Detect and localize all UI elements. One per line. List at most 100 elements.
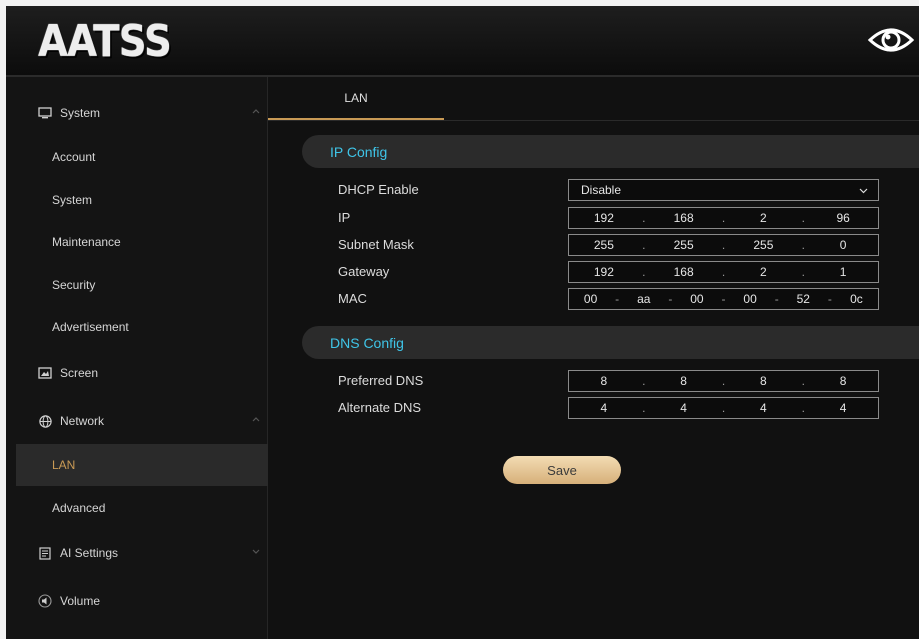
- ip-octet-1[interactable]: 192: [569, 211, 639, 225]
- mac-part-4: 00: [743, 292, 757, 306]
- subnet-octet-3[interactable]: 255: [729, 238, 799, 252]
- dot-separator: .: [642, 211, 646, 225]
- section-dns-config: DNS Config: [302, 326, 919, 359]
- dash-separator: -: [668, 292, 673, 306]
- ip-label: IP: [338, 210, 351, 225]
- preferred-dns-octet-1[interactable]: 8: [569, 374, 639, 388]
- tab-bar: LAN: [268, 77, 919, 121]
- sidebar-item-advanced[interactable]: Advanced: [16, 487, 293, 529]
- dhcp-value: Disable: [581, 183, 622, 197]
- brand-logo: AATSS: [38, 16, 172, 67]
- alternate-dns-octet-4[interactable]: 4: [808, 401, 878, 415]
- sidebar-item-label: Advertisement: [52, 320, 129, 334]
- top-header: AATSS: [6, 6, 919, 77]
- dot-separator: .: [721, 211, 726, 225]
- dot-separator: .: [801, 374, 805, 388]
- subnet-octet-1[interactable]: 255: [569, 238, 639, 252]
- preferred-dns-octet-3[interactable]: 8: [729, 374, 799, 388]
- dash-separator: -: [721, 292, 726, 306]
- screen-icon: [38, 366, 52, 380]
- dhcp-select[interactable]: Disable: [568, 179, 879, 201]
- sidebar-item-security[interactable]: Security: [16, 264, 293, 306]
- sidebar-group-volume[interactable]: Volume: [16, 580, 279, 622]
- mac-field[interactable]: 00 - aa - 00 - 00 - 52 - 0c: [568, 288, 879, 310]
- chevron-down-icon: [252, 549, 260, 554]
- dhcp-label: DHCP Enable: [338, 182, 419, 197]
- sidebar-item-maintenance[interactable]: Maintenance: [16, 221, 293, 263]
- subnet-octet-2[interactable]: 255: [649, 238, 719, 252]
- ip-octet-3[interactable]: 2: [729, 211, 799, 225]
- sidebar-item-label: Security: [52, 278, 96, 292]
- dash-separator: -: [615, 292, 620, 306]
- alternate-dns-octet-2[interactable]: 4: [649, 401, 719, 415]
- document-icon: [38, 546, 52, 560]
- mac-part-1: 00: [583, 292, 598, 306]
- sidebar-item-label: Advanced: [52, 501, 106, 515]
- section-ip-config: IP Config: [302, 135, 919, 168]
- dot-separator: .: [642, 374, 646, 388]
- sidebar-item-label: Account: [52, 150, 96, 164]
- dot-separator: .: [801, 211, 805, 225]
- ip-field[interactable]: 192. 168. 2. 96: [568, 207, 879, 229]
- chevron-up-icon: [252, 109, 260, 114]
- sidebar-item-label: LAN: [52, 458, 76, 472]
- monitor-icon: [38, 106, 52, 120]
- gateway-field[interactable]: 192. 168. 2. 1: [568, 261, 879, 283]
- sidebar-group-label: AI Settings: [60, 546, 119, 560]
- tab-lan[interactable]: LAN: [268, 77, 444, 120]
- dot-separator: .: [801, 401, 805, 415]
- chevron-down-icon: [859, 188, 868, 194]
- alternate-dns-octet-3[interactable]: 4: [729, 401, 799, 415]
- dot-separator: .: [721, 238, 726, 252]
- mac-part-3: 00: [690, 292, 704, 306]
- dot-separator: .: [721, 401, 726, 415]
- mac-part-5: 52: [796, 292, 810, 306]
- mac-label: MAC: [338, 291, 367, 306]
- dot-separator: .: [642, 238, 646, 252]
- main-content: LAN IP Config DHCP Enable Disable IP 192…: [268, 77, 919, 639]
- sidebar-item-label: Maintenance: [52, 235, 121, 249]
- alternate-dns-octet-1[interactable]: 4: [569, 401, 639, 415]
- sidebar-group-label: System: [60, 106, 101, 120]
- chevron-up-icon: [252, 417, 260, 422]
- preferred-dns-label: Preferred DNS: [338, 373, 424, 388]
- preferred-dns-field[interactable]: 8. 8. 8. 8: [568, 370, 879, 392]
- dash-separator: -: [827, 292, 832, 306]
- subnet-label: Subnet Mask: [338, 237, 414, 252]
- dot-separator: .: [801, 265, 805, 279]
- ip-octet-2[interactable]: 168: [649, 211, 719, 225]
- preferred-dns-octet-2[interactable]: 8: [649, 374, 719, 388]
- ip-octet-4[interactable]: 96: [808, 211, 878, 225]
- gateway-octet-1[interactable]: 192: [569, 265, 639, 279]
- sidebar-item-label: System: [52, 193, 93, 207]
- gateway-octet-2[interactable]: 168: [649, 265, 719, 279]
- sidebar-item-account[interactable]: Account: [16, 136, 293, 178]
- gateway-label: Gateway: [338, 264, 390, 279]
- sidebar-group-label: Screen: [60, 366, 99, 380]
- alternate-dns-label: Alternate DNS: [338, 400, 422, 415]
- sidebar-group-screen[interactable]: Screen: [16, 352, 279, 394]
- speaker-icon: [38, 594, 52, 608]
- sidebar-group-system[interactable]: System: [16, 92, 279, 134]
- sidebar-item-system[interactable]: System: [16, 179, 293, 221]
- mac-part-2: aa: [637, 292, 651, 306]
- sidebar-group-ai-settings[interactable]: AI Settings: [16, 532, 279, 574]
- subnet-octet-4[interactable]: 0: [808, 238, 878, 252]
- globe-icon: [38, 414, 52, 428]
- dash-separator: -: [774, 292, 779, 306]
- gateway-octet-3[interactable]: 2: [729, 265, 799, 279]
- preferred-dns-octet-4[interactable]: 8: [808, 374, 878, 388]
- subnet-field[interactable]: 255. 255. 255. 0: [568, 234, 879, 256]
- sidebar: System Account System Maintenance Securi…: [6, 77, 293, 639]
- save-button[interactable]: Save: [503, 456, 621, 484]
- gateway-octet-4[interactable]: 1: [808, 265, 878, 279]
- sidebar-group-label: Network: [60, 414, 105, 428]
- dot-separator: .: [721, 374, 726, 388]
- sidebar-item-advertisement[interactable]: Advertisement: [16, 306, 293, 348]
- alternate-dns-field[interactable]: 4. 4. 4. 4: [568, 397, 879, 419]
- sidebar-item-lan[interactable]: LAN: [16, 444, 293, 486]
- eye-icon[interactable]: [867, 22, 915, 58]
- dot-separator: .: [721, 265, 726, 279]
- sidebar-group-network[interactable]: Network: [16, 400, 279, 442]
- sidebar-group-label: Volume: [60, 594, 101, 608]
